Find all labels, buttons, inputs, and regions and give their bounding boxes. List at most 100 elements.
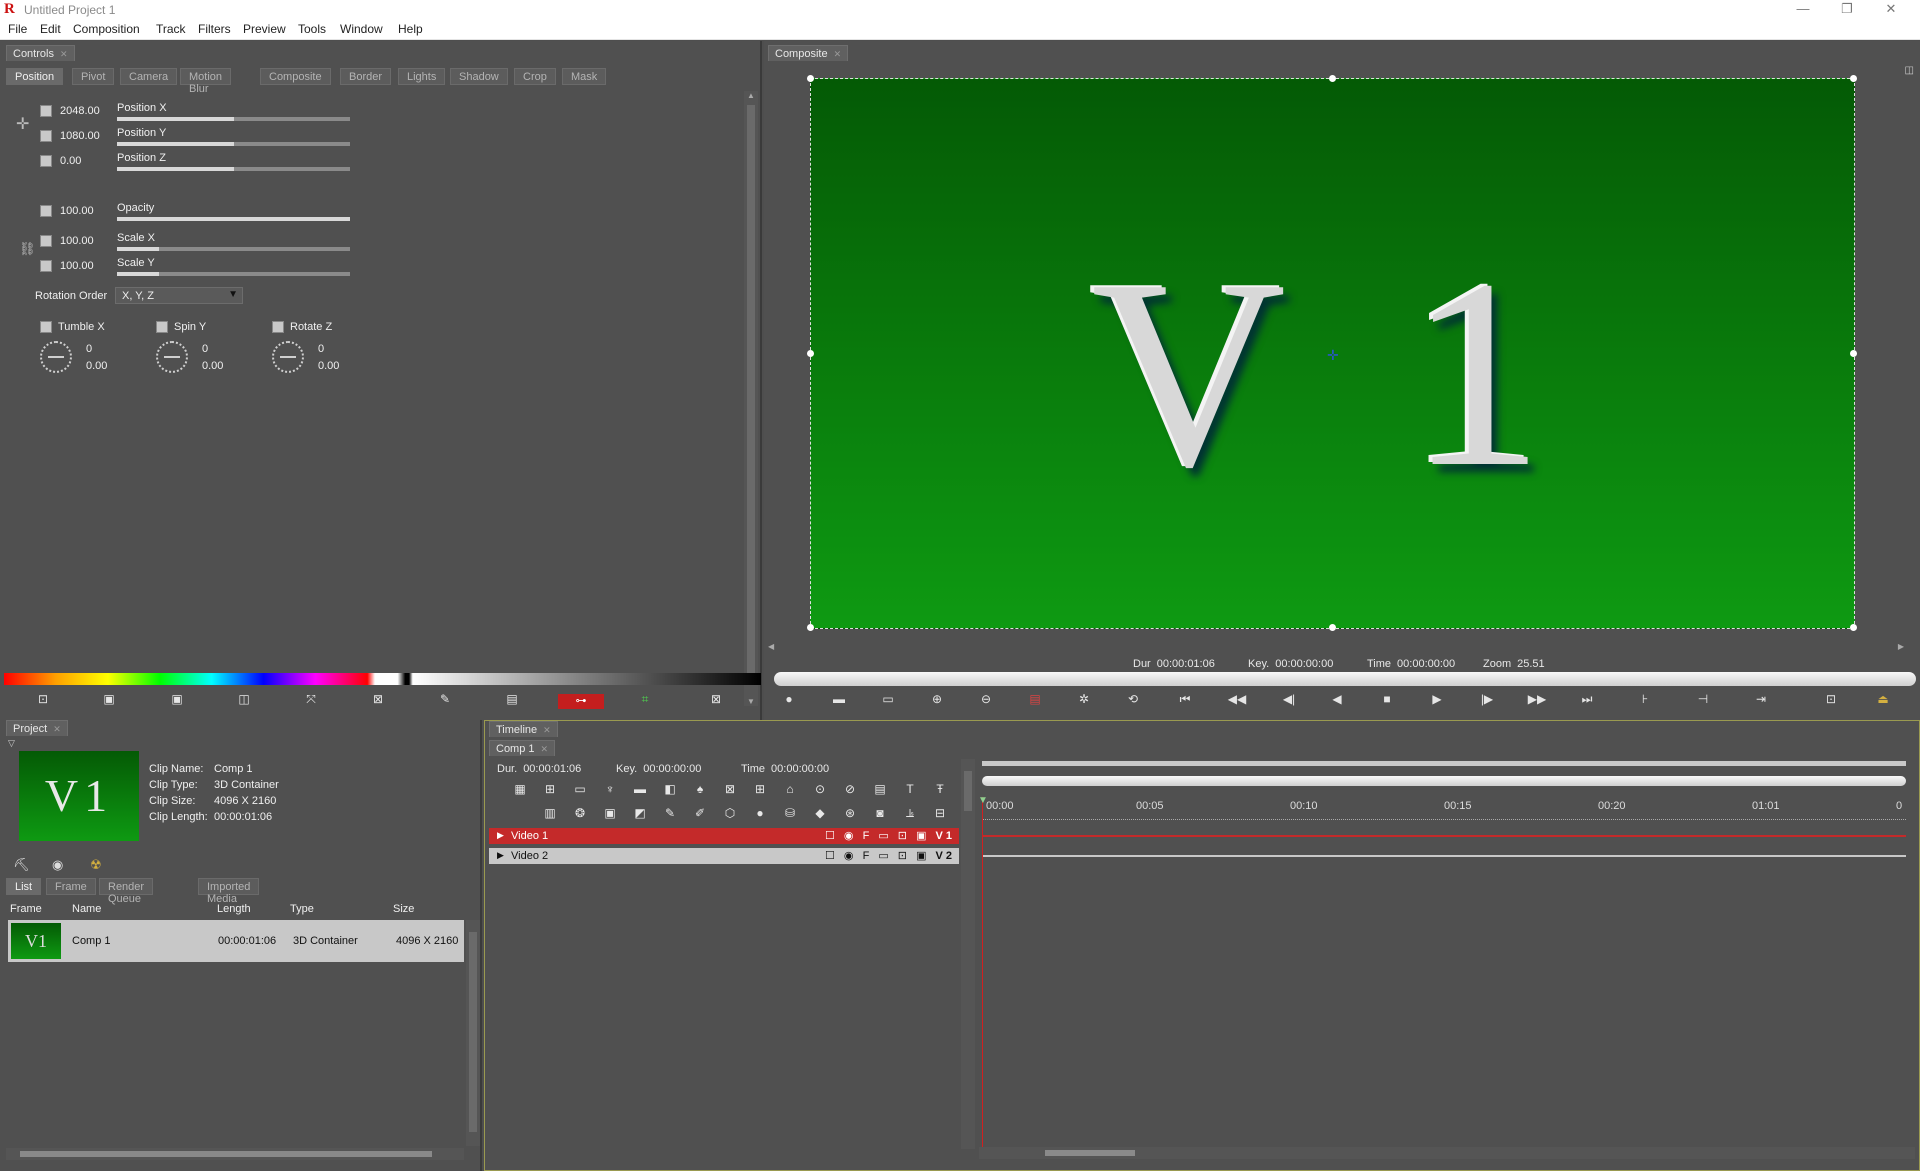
- tool-icon[interactable]: ❂: [569, 804, 591, 822]
- go-to-end-icon[interactable]: ⏭: [1576, 690, 1598, 708]
- scale-y-slider[interactable]: [117, 272, 350, 276]
- next-key-icon[interactable]: ▶▶: [1526, 690, 1548, 708]
- scale-x-slider[interactable]: [117, 247, 350, 251]
- table-row[interactable]: V1 Comp 1 00:00:01:06 3D Container 4096 …: [8, 920, 464, 962]
- menu-edit[interactable]: Edit: [40, 22, 61, 36]
- expand-icon[interactable]: ▶: [497, 830, 504, 841]
- tool-icon[interactable]: ▣: [599, 804, 621, 822]
- loop-icon[interactable]: ⟲: [1122, 690, 1144, 708]
- play-reverse-icon[interactable]: ◀: [1326, 690, 1348, 708]
- scroll-left-icon[interactable]: ◀: [768, 642, 774, 651]
- rotation-degrees[interactable]: 0.00: [202, 360, 223, 372]
- param-value[interactable]: 0.00: [60, 155, 81, 167]
- tool-icon[interactable]: ◩: [629, 804, 651, 822]
- timeline-range-bar[interactable]: [982, 761, 1906, 766]
- go-to-start-icon[interactable]: ⏮: [1174, 690, 1196, 708]
- rotation-turns[interactable]: 0: [86, 343, 92, 355]
- tool-icon[interactable]: ♠: [689, 780, 711, 798]
- track-1-bar[interactable]: [982, 835, 1906, 837]
- color-spectrum-bar[interactable]: [4, 673, 761, 685]
- keyframe-checkbox[interactable]: [40, 155, 52, 167]
- transform-handle[interactable]: [807, 350, 814, 357]
- tool-icon-3[interactable]: ▣: [166, 690, 188, 708]
- tracks-scrollbar[interactable]: [961, 759, 975, 1149]
- tool-icon[interactable]: ♆: [599, 780, 621, 798]
- tab-render-queue[interactable]: Render Queue: [99, 878, 154, 905]
- rotation-degrees[interactable]: 0.00: [318, 360, 339, 372]
- tool-icon[interactable]: ⊟: [929, 804, 951, 822]
- composite-panel-tab[interactable]: Composite ✕: [768, 45, 849, 61]
- column-type[interactable]: Type: [290, 903, 314, 915]
- tab-frame[interactable]: Frame: [46, 878, 96, 895]
- text-icon[interactable]: T: [899, 780, 921, 798]
- param-value[interactable]: 100.00: [60, 235, 94, 247]
- tab-camera[interactable]: Camera: [120, 68, 178, 85]
- track-2-bar[interactable]: [982, 855, 1906, 857]
- param-value[interactable]: 1080.00: [60, 130, 100, 142]
- import-icon[interactable]: ⛏: [13, 857, 30, 873]
- menu-composition[interactable]: Composition: [73, 22, 140, 36]
- histogram-icon[interactable]: ▥: [539, 804, 561, 822]
- keyframe-checkbox[interactable]: [40, 260, 52, 272]
- keyframe-checkbox[interactable]: [40, 321, 52, 333]
- menu-tools[interactable]: Tools: [298, 22, 326, 36]
- tab-pivot[interactable]: Pivot: [72, 68, 115, 85]
- column-frame[interactable]: Frame: [10, 903, 42, 915]
- tool-icon[interactable]: ▬: [828, 690, 850, 708]
- record-key-button[interactable]: ⊶: [558, 694, 604, 709]
- zoom-in-icon[interactable]: ⊕: [926, 690, 948, 708]
- tool-icon[interactable]: ⊙: [809, 780, 831, 798]
- menu-track[interactable]: Track: [156, 22, 186, 36]
- keyframe-checkbox[interactable]: [40, 105, 52, 117]
- close-button[interactable]: ✕: [1869, 0, 1913, 19]
- anchor-point-icon[interactable]: ✛: [1327, 347, 1339, 364]
- tool-icon-6[interactable]: ⊠: [367, 690, 389, 708]
- stop-icon[interactable]: ■: [1376, 690, 1398, 708]
- playhead[interactable]: [982, 797, 983, 1149]
- tab-shadow[interactable]: Shadow: [450, 68, 508, 85]
- time-ruler[interactable]: 00:00 00:05 00:10 00:15 00:20 01:01 0: [982, 796, 1906, 820]
- tab-imported-media[interactable]: Imported Media: [198, 878, 260, 905]
- rotation-turns[interactable]: 0: [318, 343, 324, 355]
- transform-handle[interactable]: [1850, 75, 1857, 82]
- param-value[interactable]: 100.00: [60, 260, 94, 272]
- grid-icon[interactable]: ⌗: [634, 690, 656, 708]
- tab-crop[interactable]: Crop: [514, 68, 556, 85]
- color-icon[interactable]: ▤: [1024, 690, 1046, 708]
- tab-motion-blur[interactable]: Motion Blur: [180, 68, 232, 95]
- transform-handle[interactable]: [807, 624, 814, 631]
- screen-icon[interactable]: ⊡: [1820, 690, 1842, 708]
- transform-handle[interactable]: [807, 75, 814, 82]
- close-icon[interactable]: ✕: [541, 744, 549, 754]
- rotation-order-select[interactable]: X, Y, Z ▼: [115, 287, 243, 304]
- fps-icon[interactable]: ▦: [509, 780, 531, 798]
- tool-icon-11[interactable]: ⊠: [705, 690, 727, 708]
- restore-button[interactable]: ❐: [1825, 0, 1869, 19]
- title-icon[interactable]: Ŧ: [929, 780, 951, 798]
- minimize-button[interactable]: —: [1781, 0, 1825, 19]
- tool-icon-8[interactable]: ▤: [501, 690, 523, 708]
- eye-icon[interactable]: ◉: [52, 857, 63, 873]
- tool-icon[interactable]: ⊘: [839, 780, 861, 798]
- tool-icon[interactable]: ▤: [869, 780, 891, 798]
- param-value[interactable]: 2048.00: [60, 105, 100, 117]
- rotate-z-dial[interactable]: [272, 341, 304, 373]
- menu-help[interactable]: Help: [398, 22, 423, 36]
- playhead-marker-icon[interactable]: ▼: [978, 795, 988, 806]
- tool-icon[interactable]: ⊞: [539, 780, 561, 798]
- close-icon[interactable]: ✕: [53, 724, 61, 734]
- project-h-scrollbar[interactable]: [6, 1148, 464, 1160]
- tool-icon[interactable]: ▭: [569, 780, 591, 798]
- column-length[interactable]: Length: [217, 903, 251, 915]
- tab-border[interactable]: Border: [340, 68, 392, 85]
- tool-icon[interactable]: ⊛: [839, 804, 861, 822]
- link-icon[interactable]: ⛓: [19, 241, 36, 257]
- tab-mask[interactable]: Mask: [562, 68, 607, 85]
- keyframe-checkbox[interactable]: [40, 235, 52, 247]
- settings-icon[interactable]: ✲: [1073, 690, 1095, 708]
- tool-icon[interactable]: ▭: [877, 690, 899, 708]
- folder-icon[interactable]: ⌂: [779, 780, 801, 798]
- transform-handle[interactable]: [1329, 75, 1336, 82]
- spin-y-dial[interactable]: [156, 341, 188, 373]
- panel-menu-icon[interactable]: ◫: [1905, 65, 1914, 76]
